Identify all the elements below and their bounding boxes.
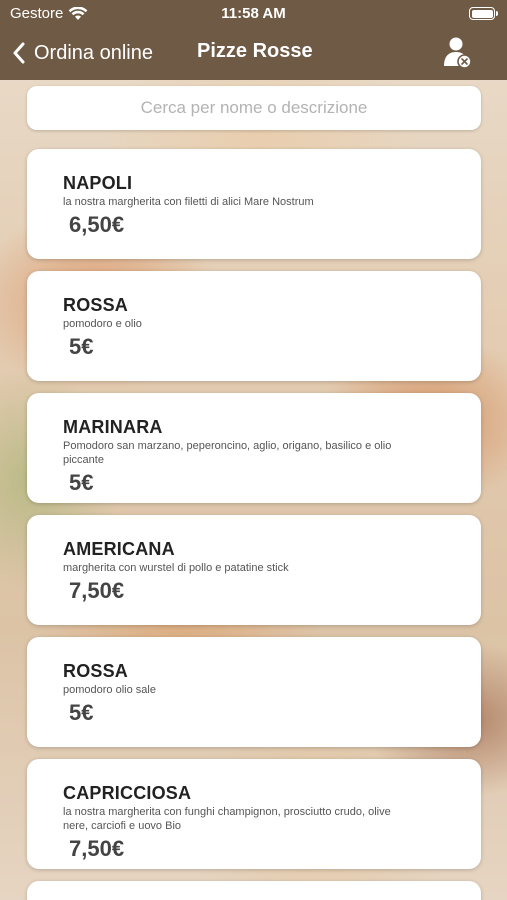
back-label: Ordina online [34,41,153,64]
item-description: Pomodoro san marzano, peperoncino, aglio… [63,440,392,466]
nav-bar: Ordina online Pizze Rosse [0,28,507,80]
item-name: MARINARA [63,417,163,437]
back-button[interactable]: Ordina online [12,38,153,68]
item-description: margherita con wurstel di pollo e patati… [63,562,289,574]
header: Gestore 11:58 AM Ordina online Pizze Ros… [0,0,507,80]
menu-item-card[interactable]: NAPOLI la nostra margherita con filetti … [27,149,481,259]
status-bar: Gestore 11:58 AM [0,0,507,28]
status-time: 11:58 AM [221,5,286,22]
item-name: ROSSA [63,661,129,681]
item-price: 5€ [69,334,94,359]
user-remove-icon[interactable] [443,36,473,70]
item-description: pomodoro olio sale [63,684,156,696]
menu-item-card[interactable]: ROSSA pomodoro olio sale 5€ [27,637,481,747]
menu-item-card[interactable]: CAPRICCIOSA la nostra margherita con fun… [27,759,481,869]
item-price: 5€ [69,470,94,495]
search-bar [27,86,481,130]
item-price: 6,50€ [69,212,125,237]
item-description: pomodoro e olio [63,318,142,330]
item-price: 7,50€ [69,836,125,861]
item-description: la nostra margherita con funghi champign… [63,806,391,832]
item-price: 7,50€ [69,578,125,603]
item-name: CAPRICCIOSA [63,783,192,803]
item-name: ROSSA [63,295,129,315]
chevron-left-icon [13,42,25,64]
menu-item-card[interactable]: ROSSA pomodoro e olio 5€ [27,271,481,381]
menu-item-card-partial[interactable] [27,881,481,900]
menu-item-card[interactable]: AMERICANA margherita con wurstel di poll… [27,515,481,625]
battery-icon [469,7,498,20]
item-name: NAPOLI [63,173,133,193]
page-title: Pizze Rosse [197,40,313,62]
item-description: la nostra margherita con filetti di alic… [63,196,314,208]
menu-item-card[interactable]: MARINARA Pomodoro san marzano, peperonci… [27,393,481,503]
search-input[interactable] [27,86,481,130]
item-name: AMERICANA [63,539,175,559]
item-price: 5€ [69,700,94,725]
